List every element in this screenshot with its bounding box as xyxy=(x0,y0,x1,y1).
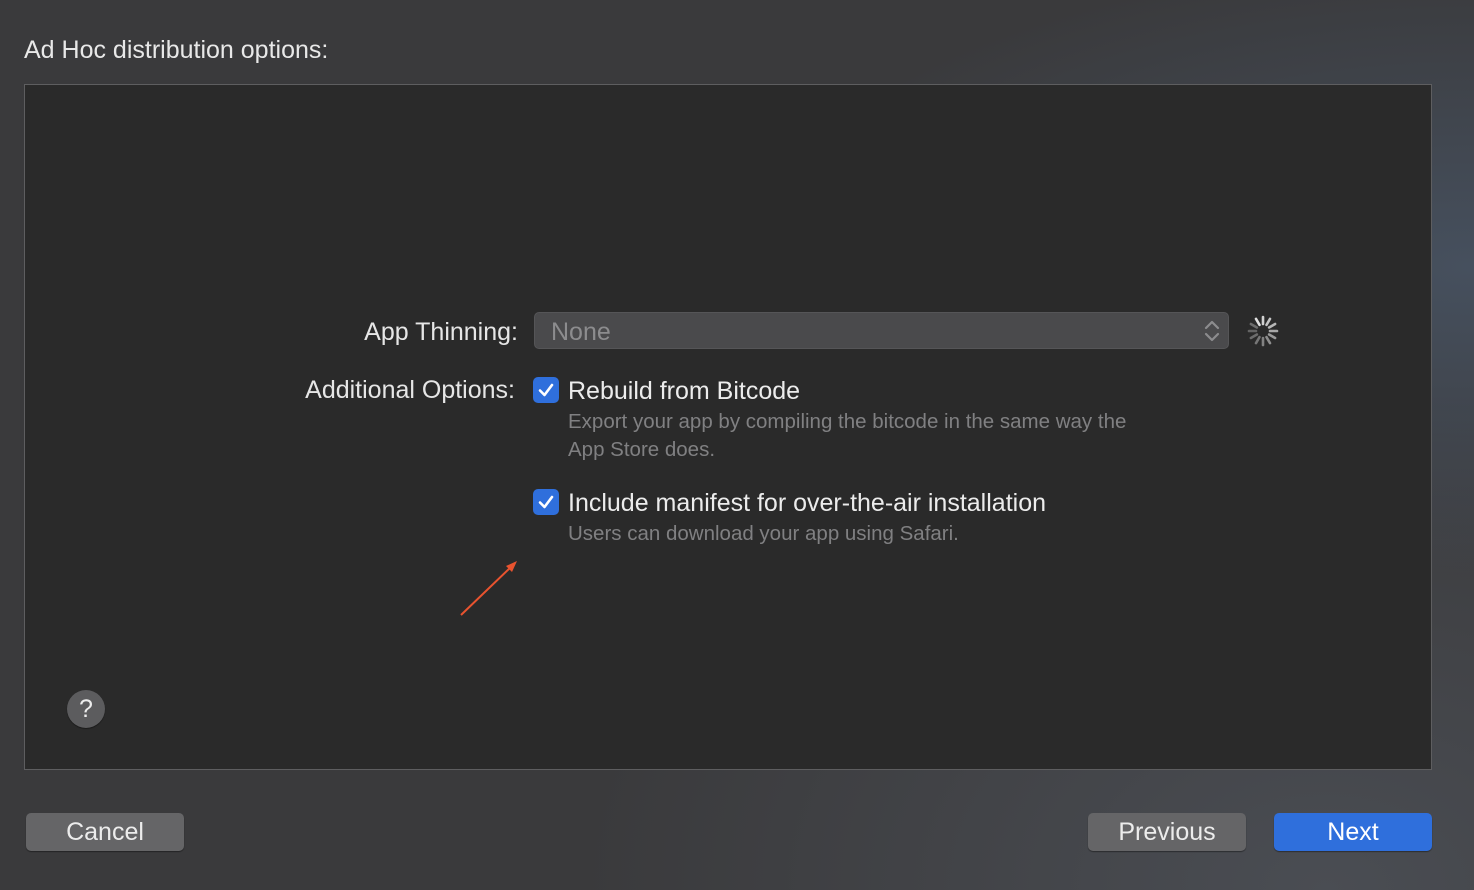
include-manifest-title[interactable]: Include manifest for over-the-air instal… xyxy=(568,489,1046,518)
rebuild-bitcode-description-line1: Export your app by compiling the bitcode… xyxy=(568,410,1127,433)
rebuild-bitcode-description-line2: App Store does. xyxy=(568,438,716,461)
chevron-up-down-icon xyxy=(1204,320,1220,342)
annotation-arrow-icon xyxy=(460,561,517,616)
app-thinning-popup[interactable]: None xyxy=(534,312,1229,349)
previous-button[interactable]: Previous xyxy=(1088,813,1246,851)
additional-options-label: Additional Options: xyxy=(305,376,515,404)
cancel-button[interactable]: Cancel xyxy=(26,813,184,851)
checkmark-icon xyxy=(538,495,554,509)
checkmark-icon xyxy=(538,383,554,397)
spinner-icon xyxy=(1247,315,1279,347)
help-button[interactable]: ? xyxy=(67,690,105,728)
dialog-title: Ad Hoc distribution options: xyxy=(24,36,329,64)
rebuild-bitcode-checkbox[interactable] xyxy=(533,377,559,403)
app-thinning-label: App Thinning: xyxy=(364,318,518,346)
include-manifest-description: Users can download your app using Safari… xyxy=(568,522,959,545)
next-button[interactable]: Next xyxy=(1274,813,1432,851)
rebuild-bitcode-title[interactable]: Rebuild from Bitcode xyxy=(568,377,800,406)
include-manifest-checkbox[interactable] xyxy=(533,489,559,515)
app-thinning-value: None xyxy=(551,318,611,346)
